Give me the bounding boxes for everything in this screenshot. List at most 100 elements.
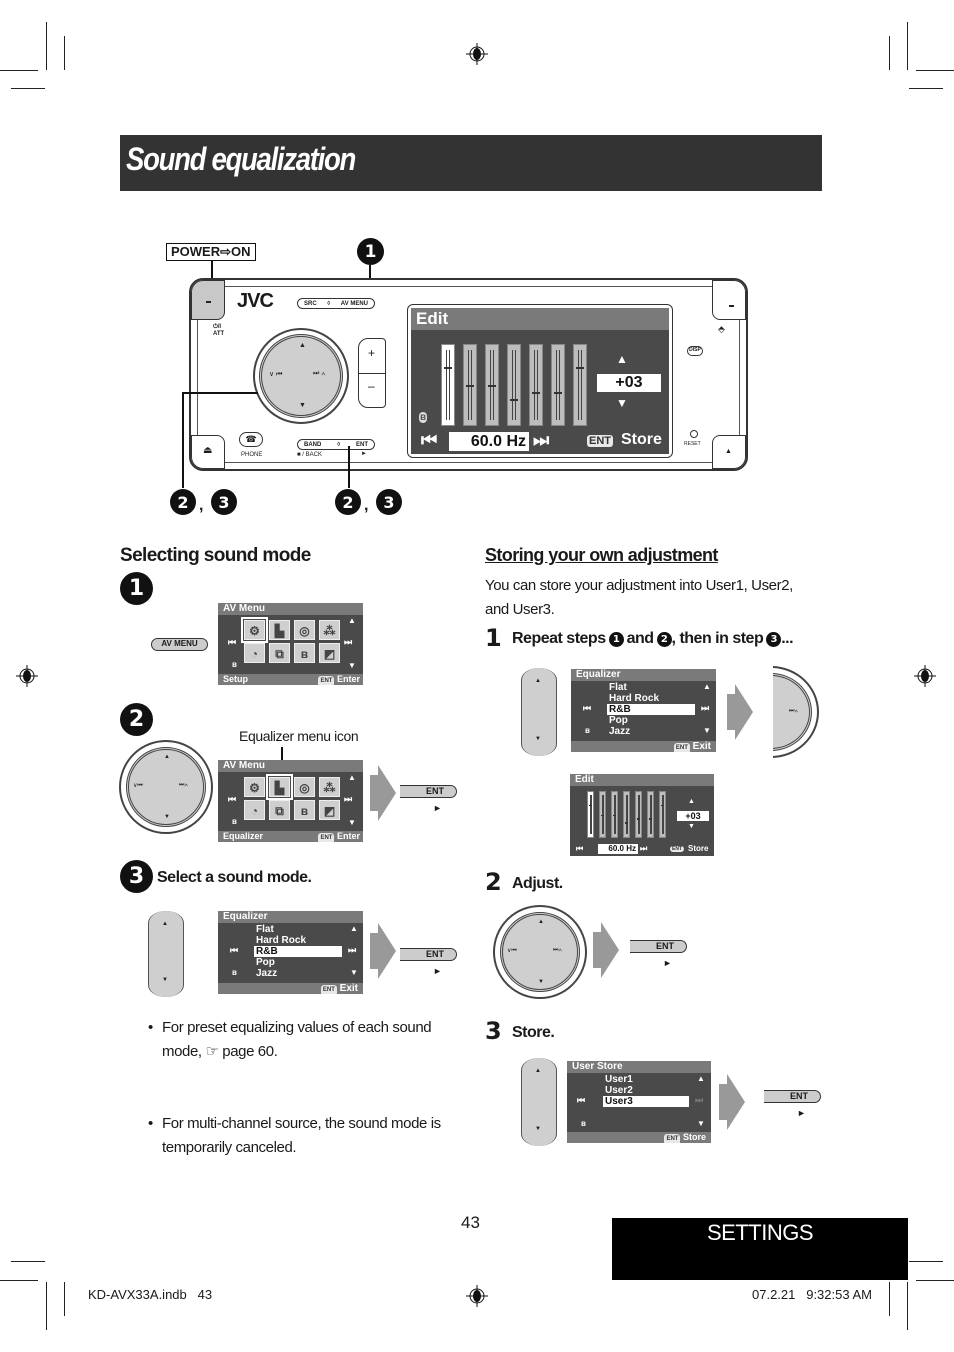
dial-side-view[interactable]: ▲ ▼ <box>148 911 184 997</box>
list-item[interactable]: Hard Rock <box>254 935 342 946</box>
list-item[interactable]: Hard Rock <box>607 693 695 704</box>
screen-header: AV Menu <box>218 603 363 615</box>
eq-band-slider[interactable] <box>611 791 618 838</box>
disp-button[interactable]: DISP <box>687 346 703 356</box>
eq-band-knob <box>466 385 474 387</box>
av-menu-tile[interactable]: ◔ <box>244 800 265 820</box>
power-button[interactable] <box>191 280 225 320</box>
av-menu-tile[interactable]: ▙ <box>266 774 293 800</box>
list-item[interactable]: User2 <box>603 1085 689 1096</box>
eq-band-slider[interactable] <box>485 344 499 426</box>
label-text: Repeat steps <box>512 630 606 647</box>
band-ent-button[interactable]: BAND ◊ ENT <box>297 439 375 450</box>
control-dial[interactable]: ▲ ▼ ∨ ⏮ ⏭ ∧ <box>253 328 349 424</box>
label-text: ... <box>781 630 794 647</box>
src-label: SRC <box>304 300 317 307</box>
ent-tag: ENT <box>320 985 337 994</box>
list-item[interactable]: User3 <box>603 1096 689 1107</box>
av-menu-tile[interactable]: ⧉ <box>269 643 290 663</box>
av-menu-tile[interactable]: ◩ <box>319 643 340 663</box>
ent-key[interactable]: ENT <box>630 940 687 953</box>
main-display-edit: Edit ▲ +03 ▼ ʙ ⏮ 60.0 Hz ⏭ ENT Store <box>411 308 669 454</box>
registration-mark-icon <box>914 665 936 687</box>
list-item[interactable]: Jazz <box>254 968 342 979</box>
list-item[interactable]: Flat <box>607 682 695 693</box>
av-menu-tile[interactable]: ʙ <box>294 643 315 663</box>
list-item[interactable]: R&B <box>607 704 695 715</box>
prev-band-icon[interactable]: ⏮ <box>421 430 437 451</box>
phone-button[interactable]: ☎ <box>239 432 263 447</box>
down-arrow-icon: ▼ <box>350 968 358 977</box>
eq-band-slider[interactable] <box>647 791 654 838</box>
av-menu-tile[interactable]: ʙ <box>294 800 315 820</box>
eq-band-slider[interactable] <box>529 344 543 426</box>
av-menu-tile[interactable]: ◩ <box>319 800 340 820</box>
power-on-label: POWER⇨ON <box>166 243 256 261</box>
inline-step-circle: 2 <box>656 631 672 647</box>
eject-button[interactable]: ⏏ <box>191 435 225 469</box>
title-banner: Sound equalization <box>120 135 822 191</box>
av-menu-tile[interactable]: ◎ <box>294 777 315 797</box>
control-dial[interactable]: ▲ ▼ ∨⏮ ⏭∧ <box>493 905 587 999</box>
ent-key[interactable]: ENT <box>764 1090 821 1103</box>
inline-step-circle: 3 <box>766 631 782 647</box>
eq-band-slider[interactable] <box>507 344 521 426</box>
list-item[interactable]: Pop <box>254 957 342 968</box>
eq-band-slider[interactable] <box>587 791 594 838</box>
volume-rocker[interactable]: + – <box>358 338 386 408</box>
dial-side-view[interactable]: ▲ ▼ <box>521 668 557 756</box>
av-menu-tile[interactable]: ⚙ <box>244 777 265 797</box>
screen-footer-label: Equalizer <box>223 831 264 841</box>
eq-band-slider[interactable] <box>573 344 587 426</box>
av-menu-tile[interactable]: ⁂ <box>319 777 340 797</box>
detach-button[interactable] <box>712 280 746 320</box>
av-menu-tile[interactable]: ▙ <box>269 620 290 640</box>
list-item[interactable]: Jazz <box>607 726 695 737</box>
prev-icon: ⏮ <box>228 794 237 804</box>
eq-band-slider[interactable] <box>623 791 630 838</box>
ent-key[interactable]: ENT <box>400 785 457 798</box>
equalizer-list-screen: Equalizer Flat Hard Rock R&B Pop Jazz ⏮ ⏭ ▲ … <box>218 911 363 994</box>
av-menu-tile[interactable]: ⁂ <box>319 620 340 640</box>
av-menu-tile[interactable]: ◎ <box>294 620 315 640</box>
av-menu-tile[interactable]: ⧉ <box>269 800 290 820</box>
up-arrow-icon: ▲ <box>348 773 356 782</box>
eq-band-slider[interactable] <box>463 344 477 426</box>
ent-key[interactable]: ENT <box>400 948 457 961</box>
step-3-number: 3 <box>485 1017 502 1045</box>
src-av-menu-button[interactable]: SRC ◊ AV MENU <box>297 298 375 309</box>
bluetooth-icon: ʙ <box>581 1119 586 1128</box>
eq-band-slider[interactable] <box>635 791 642 838</box>
eq-band-slider[interactable] <box>551 344 565 426</box>
registration-mark-icon <box>466 43 488 65</box>
jvc-logo: JVC <box>237 290 274 312</box>
eq-band-knob <box>613 814 616 816</box>
volume-up-label: + <box>368 346 376 360</box>
dial-side-view[interactable]: ▲ ▼ <box>521 1058 557 1146</box>
reset-button[interactable] <box>690 430 698 438</box>
av-menu-tile[interactable]: ⚙ <box>241 617 268 643</box>
eq-value: +03 <box>597 374 661 392</box>
eq-band-slider[interactable] <box>659 791 666 838</box>
next-band-icon[interactable]: ⏭ <box>533 430 549 451</box>
screen-header: Equalizer <box>571 669 716 681</box>
store-label: Store <box>621 431 662 448</box>
control-dial[interactable]: ▲ ▼ ∨⏮ ⏭∧ <box>119 740 213 834</box>
eq-band-knob <box>532 392 540 394</box>
list-item[interactable]: R&B <box>254 946 342 957</box>
list-item[interactable]: Flat <box>254 924 342 935</box>
exit-label: Exit <box>692 741 711 752</box>
av-menu-screen-equalizer: AV Menu ⚙ ▙ ◎ ⁂ ◔ ⧉ ʙ ◩ ʙ ⏮ ⏭ ▲ ▼ Equalizer ENT … <box>218 760 363 842</box>
list-item[interactable]: Pop <box>607 715 695 726</box>
tilt-button[interactable]: ▲ <box>712 435 746 469</box>
bluetooth-icon: ʙ <box>232 968 237 977</box>
av-menu-tile[interactable]: ◔ <box>244 643 265 663</box>
list-item[interactable]: User1 <box>603 1074 689 1085</box>
arrow-right-icon <box>370 923 396 979</box>
av-menu-key[interactable]: AV MENU <box>151 638 208 651</box>
eq-band-slider[interactable] <box>599 791 606 838</box>
arrow-right-icon <box>719 1074 745 1130</box>
eq-band-slider[interactable] <box>441 344 455 426</box>
dial-right-press[interactable]: ⏭∧ <box>773 666 821 758</box>
eq-band-knob <box>510 399 518 401</box>
